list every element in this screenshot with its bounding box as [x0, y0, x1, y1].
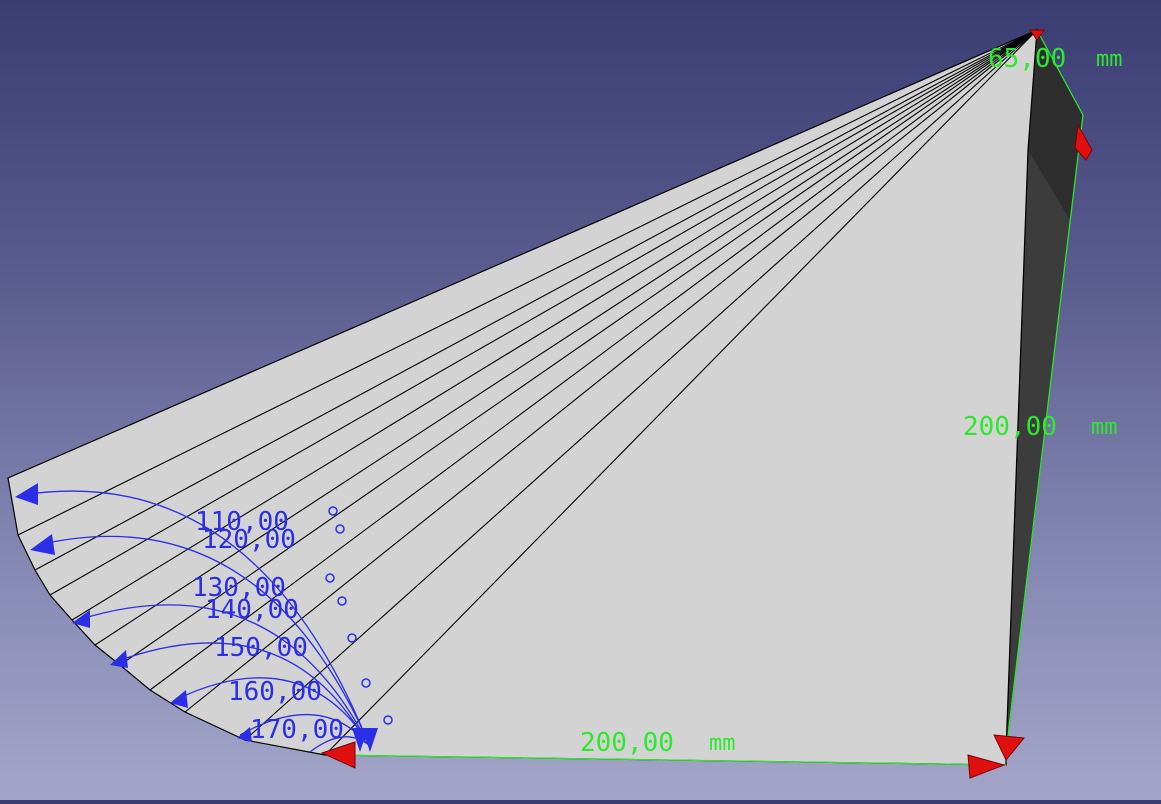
angle-label-170: 170,00	[250, 715, 344, 745]
linear-label-bottom: 200,00	[580, 728, 674, 758]
linear-unit-top: mm	[1096, 47, 1123, 72]
linear-unit-right: mm	[1091, 415, 1118, 440]
main-face[interactable]	[7, 29, 1038, 766]
linear-label-top: 65,00	[988, 44, 1066, 74]
linear-label-right: 200,00	[963, 412, 1057, 442]
angle-label-160: 160,00	[228, 677, 322, 707]
linear-unit-bottom: mm	[709, 731, 736, 756]
angle-label-120: 120,00	[202, 525, 296, 555]
angle-label-150: 150,00	[214, 633, 308, 663]
3d-viewport[interactable]: 110,00 120,00 130,00 140,00 150,00 160,0…	[0, 0, 1161, 800]
angle-label-140: 140,00	[205, 595, 299, 625]
